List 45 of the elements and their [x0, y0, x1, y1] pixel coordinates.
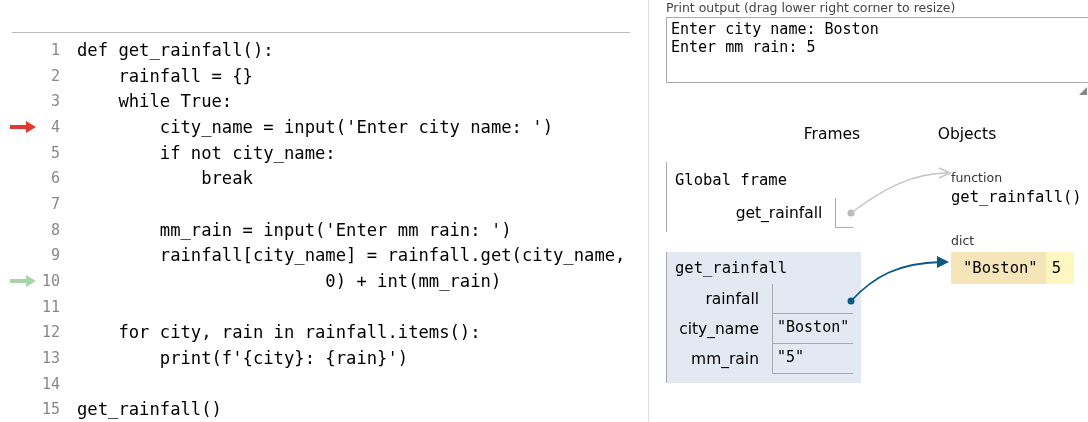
code-line: for city, rain in rainfall.items():	[117, 322, 481, 343]
code-line: rainfall[city_name] = rainfall.get(city_name,	[158, 245, 626, 266]
code-line: mm_rain = input('Enter mm rain: ')	[158, 219, 512, 240]
code-line: break	[200, 168, 253, 189]
objects-heading: Objects	[937, 125, 997, 143]
code-line: get_rainfall()	[77, 399, 222, 420]
resize-grip-icon[interactable]	[1079, 87, 1087, 95]
line-number: 8	[49, 220, 60, 239]
code-line: rainfall = {}	[117, 65, 253, 86]
line-number: 13	[40, 349, 60, 368]
variable-name: mm_rain	[690, 350, 759, 368]
line-number: 10	[40, 272, 60, 291]
line-number: 9	[49, 246, 60, 265]
line-number: 15	[40, 400, 60, 419]
code-line: def get_rainfall():	[77, 39, 274, 60]
code-line: 0) + int(mm_rain)	[324, 271, 502, 292]
output-label: Print output (drag lower right corner to resize)	[666, 0, 957, 15]
line-number: 1	[49, 40, 60, 59]
line-number: 14	[40, 374, 60, 393]
line-number: 6	[49, 169, 60, 188]
variable-value: "5"	[772, 344, 853, 374]
code-line: print(f'{city}: {rain}')	[158, 348, 409, 369]
line-number: 4	[49, 117, 60, 136]
dict-value: 5	[1045, 252, 1074, 284]
frame-title: Global frame	[675, 170, 788, 190]
line-number: 11	[40, 297, 60, 316]
line-number: 3	[49, 92, 60, 111]
frames-heading: Frames	[803, 125, 861, 143]
variable-name: rainfall	[704, 290, 759, 308]
dict-key: "Boston"	[951, 252, 1046, 284]
code-line: if not city_name:	[158, 142, 336, 163]
object-type-label: dict	[951, 232, 976, 249]
object-type-label: function	[951, 169, 1004, 186]
line-number: 2	[49, 66, 60, 85]
variable-name: city_name	[678, 320, 759, 338]
line-number: 12	[40, 323, 60, 342]
line-number: 5	[49, 143, 60, 162]
function-object: get_rainfall()	[951, 187, 1082, 208]
line-number: 7	[49, 194, 60, 213]
variable-value: "Boston"	[772, 314, 853, 344]
frame-title: get_rainfall	[675, 258, 788, 278]
code-line: city_name = input('Enter city name: ')	[158, 116, 553, 137]
print-output-box: Enter city name: Boston Enter mm rain: 5	[666, 17, 1088, 83]
variable-name: get_rainfall	[734, 204, 823, 222]
code-line: while True:	[117, 91, 233, 112]
